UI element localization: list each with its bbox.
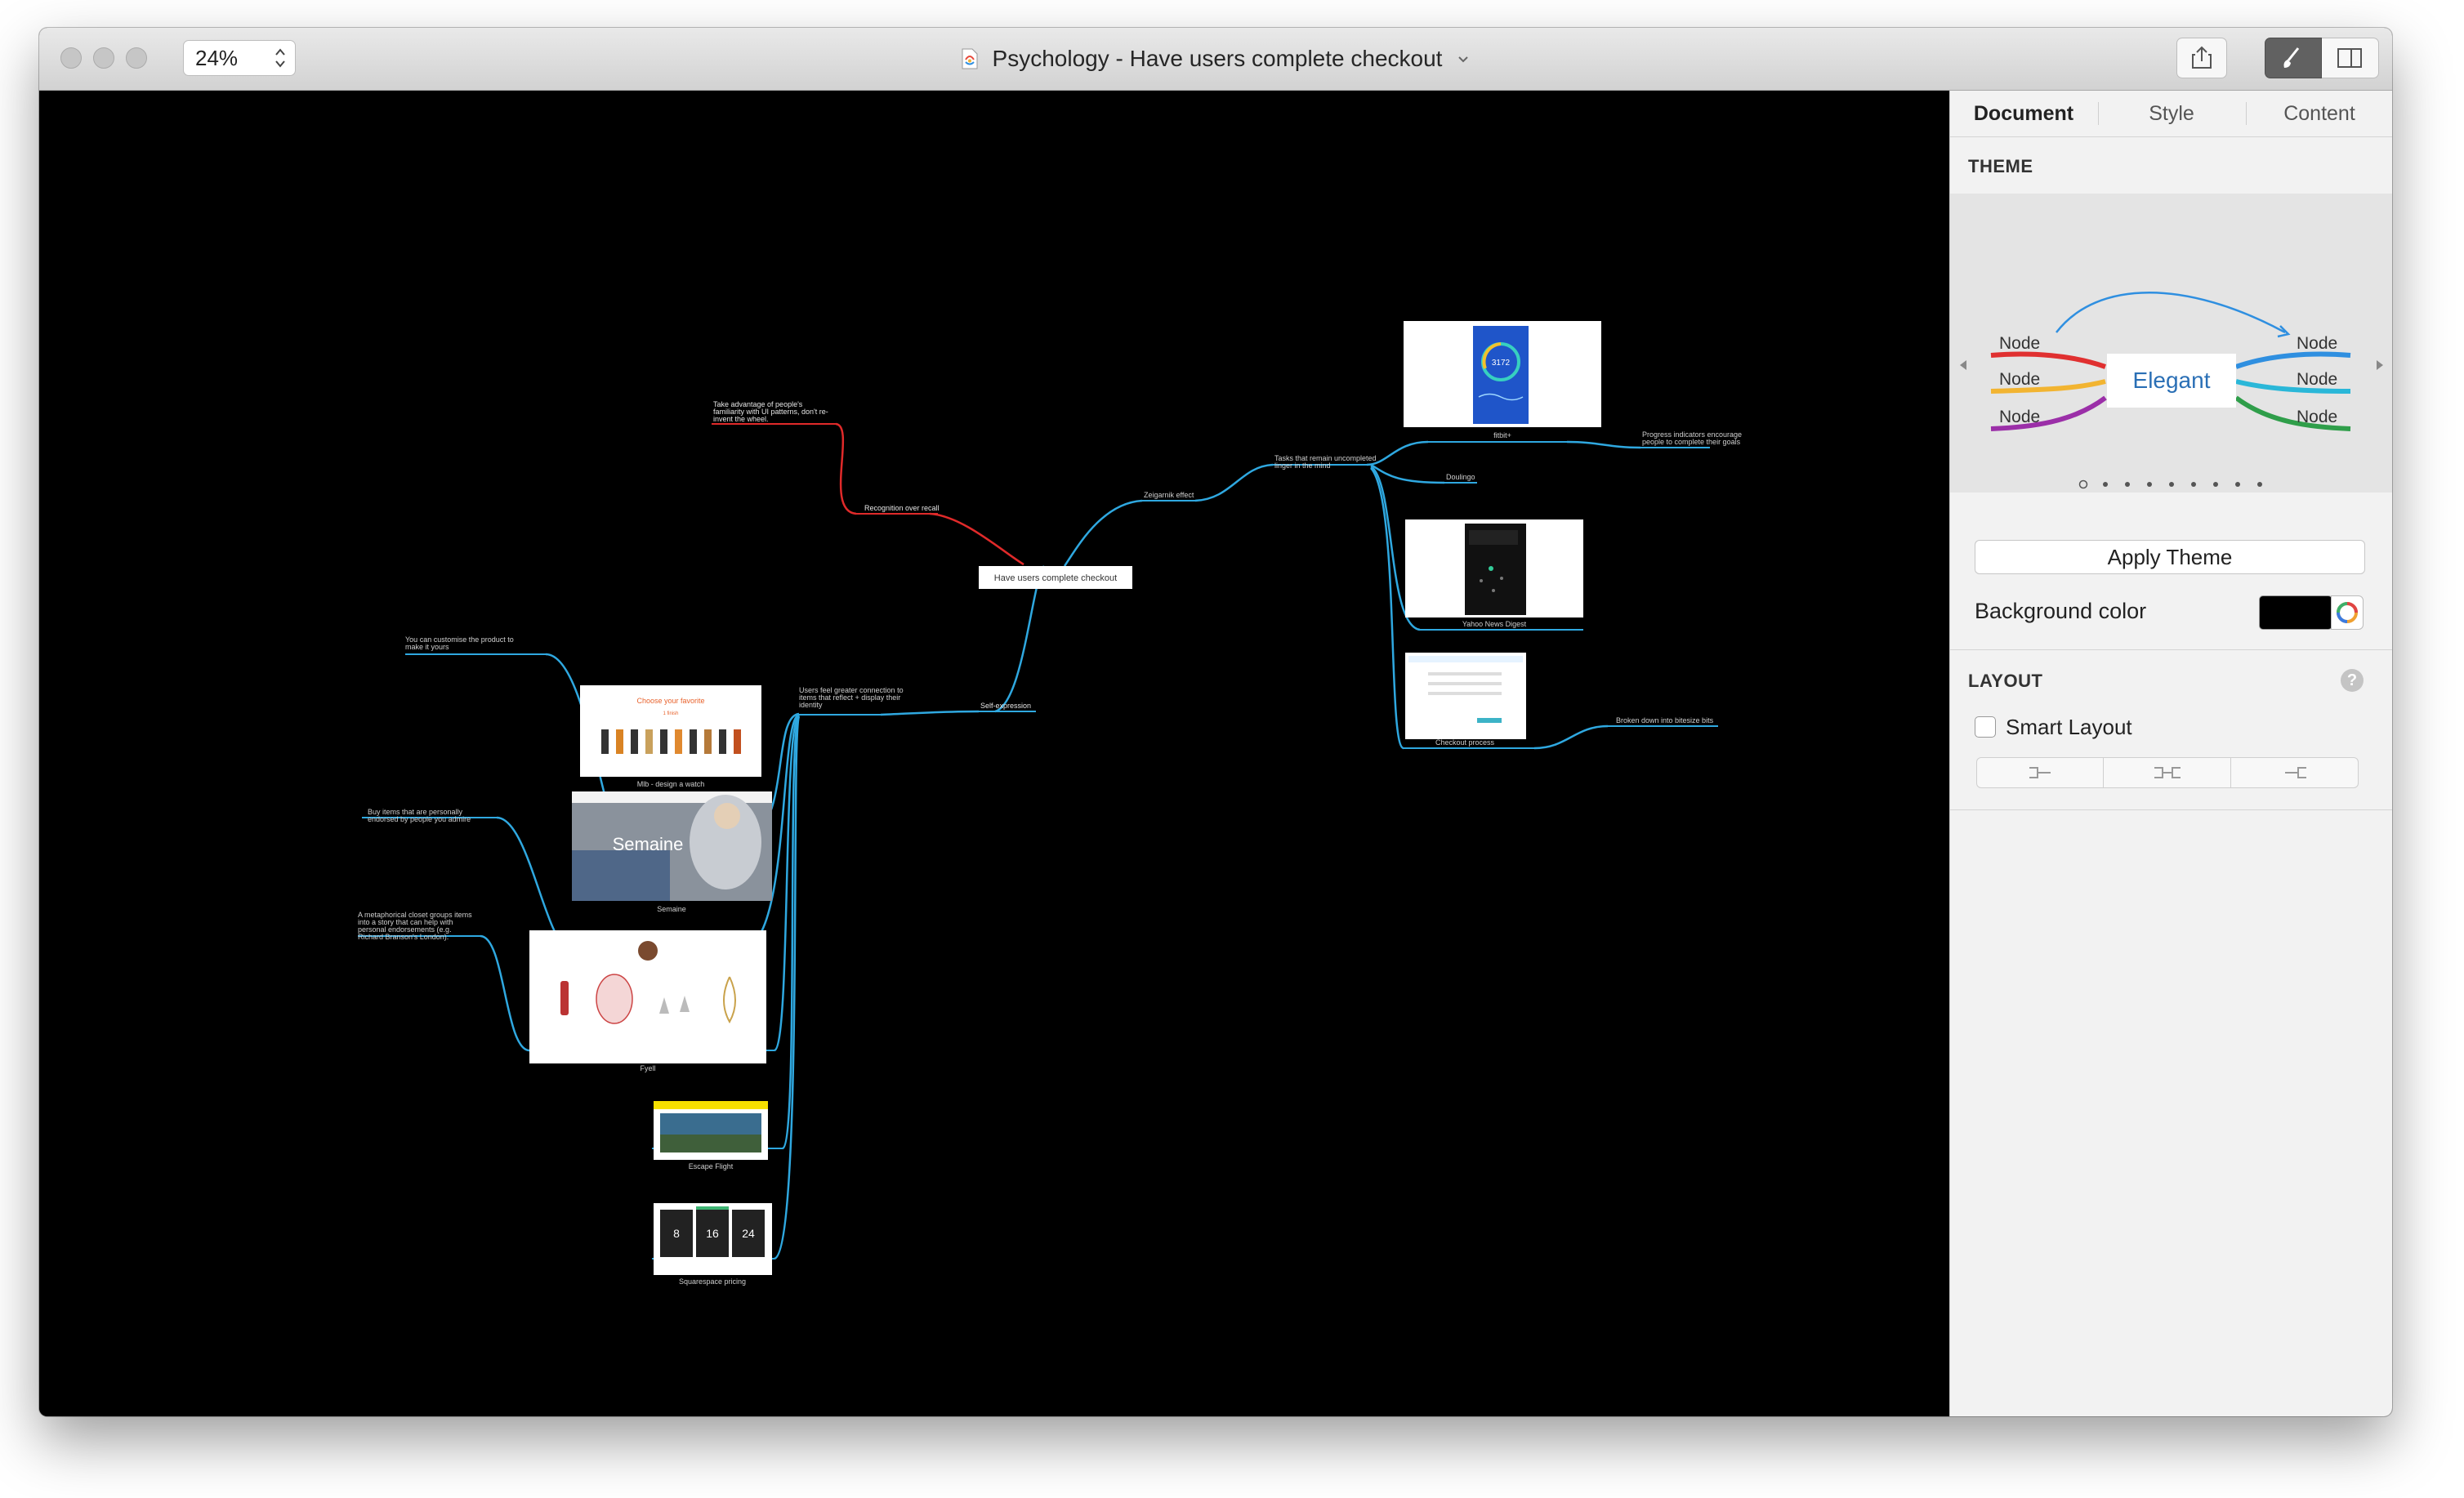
brush-icon [2283,47,2300,68]
smart-layout-label: Smart Layout [2006,715,2132,739]
page-dot[interactable] [2257,482,2262,487]
color-picker-button[interactable] [2331,595,2364,630]
connector [1533,724,1609,750]
connector [835,422,857,515]
layout-right-button[interactable] [1976,757,2104,788]
topic-escape: Escape Flight [689,1162,734,1170]
mlb-heading: Choose your favorite [636,697,704,705]
note-line: linger in the mind [1274,461,1331,470]
theme-node: Node [1999,370,2040,389]
page-dot[interactable] [2125,482,2130,487]
sidebar-toggle-icon [2337,48,2362,68]
color-wheel-icon [2337,602,2358,623]
page-dot[interactable] [2147,482,2152,487]
topic-yahoo: Yahoo News Digest [1462,620,1527,628]
prev-theme-icon [1960,360,1966,370]
theme-page-dots [2078,479,2262,489]
format-brush-button[interactable] [2265,38,2322,78]
topic-fitbit: fitbit+ [1493,431,1511,439]
mlb-sub: 1 finish [663,711,678,716]
apply-theme-button[interactable]: Apply Theme [1975,540,2365,574]
mindmap-canvas[interactable]: Have users complete checkout Recognition… [39,91,1949,1416]
share-icon [2192,46,2212,69]
theme-heading: THEME [1968,156,2033,176]
tab-style[interactable]: Style [2098,91,2245,136]
price-2: 16 [706,1227,719,1240]
topic-mlb: Mlb - design a watch [637,780,705,788]
next-theme-icon [2377,360,2383,370]
fitbit-value: 3172 [1492,359,1511,368]
note-line: invent the wheel. [713,415,769,423]
help-icon[interactable]: ? [2341,669,2364,692]
inspector-sidebar: Document Style Content THEME Elegant Nod… [1949,91,2392,1416]
layout-both-icon [2154,767,2181,778]
semaine-logo: Semaine [613,834,684,854]
background-color-well[interactable] [2259,595,2332,630]
mindmap-svg: Have users complete checkout Recognition… [358,321,1742,1286]
note-line: make it yours [405,643,449,651]
connector [774,716,801,1260]
connector [929,512,1024,566]
theme-preview[interactable]: Elegant Node Node Node Node Node Node [1950,194,2392,493]
share-button[interactable] [2176,38,2227,78]
page-dot[interactable] [2191,482,2196,487]
document-title: Psychology - Have users complete checkou… [992,46,1443,71]
connector [1063,499,1143,567]
page-dot[interactable] [2103,482,2108,487]
connector [880,710,980,716]
root-topic: Have users complete checkout [994,573,1117,583]
theme-node: Node [2297,408,2337,426]
background-color-label: Background color [1975,599,2147,623]
fitbit-screen [1473,326,1529,424]
note-line: identity [799,701,823,709]
sidebar-toggle-button[interactable] [2322,38,2379,78]
page-dot[interactable] [2078,479,2088,489]
theme-node: Node [2297,334,2337,353]
tab-document[interactable]: Document [1950,91,2097,136]
connector [1370,463,1445,484]
price-1: 8 [673,1227,680,1240]
page-dot[interactable] [2213,482,2218,487]
topic-checkout: Checkout process [1435,738,1495,747]
document-icon [962,48,978,69]
title-bar: 24% Psychology - Have users complete che… [39,28,2392,91]
tab-content[interactable]: Content [2246,91,2392,136]
connector [496,816,571,950]
theme-node: Node [1999,408,2040,426]
topic-self-expression: Self-expression [980,702,1031,710]
topic-recognition: Recognition over recall [864,504,940,512]
note-line: people to complete their goals [1642,438,1741,446]
layout-heading: LAYOUT [1968,671,2043,691]
price-3: 24 [742,1227,755,1240]
connector [480,934,530,1052]
theme-preview-svg: Elegant Node Node Node Node Node Node [1960,292,2383,489]
layout-both-button[interactable] [2104,757,2231,788]
window-title[interactable]: Psychology - Have users complete checkou… [39,28,2392,90]
theme-center: Elegant [2133,368,2211,393]
checkout-image [1405,653,1526,739]
topic-squarespace: Squarespace pricing [679,1277,746,1286]
layout-left-icon [2285,767,2306,778]
chevron-down-icon [1458,56,1468,63]
connector [1566,440,1641,449]
topic-zeigarnik: Zeigarnik effect [1144,491,1194,499]
note-checkout: Broken down into bitesize bits [1616,716,1714,724]
topic-semaine: Semaine [657,905,686,913]
note-line: Richard Branson's London). [358,933,449,941]
connector [1194,463,1274,502]
page-dot[interactable] [2169,482,2174,487]
page-dot[interactable] [2235,482,2240,487]
smart-layout-checkbox[interactable] [1975,716,1996,738]
note-line: endorsed by people you admire [368,815,471,823]
topic-fyell: Fyell [640,1064,655,1072]
fyell-avatar [638,941,658,961]
theme-node: Node [2297,370,2337,389]
inspector-tabs: Document Style Content [1950,91,2392,137]
layout-left-button[interactable] [2231,757,2359,788]
layout-right-icon [2029,767,2051,778]
app-window: 24% Psychology - Have users complete che… [39,28,2392,1416]
topic-duolingo: Doulingo [1446,473,1475,481]
theme-node: Node [1999,334,2040,353]
